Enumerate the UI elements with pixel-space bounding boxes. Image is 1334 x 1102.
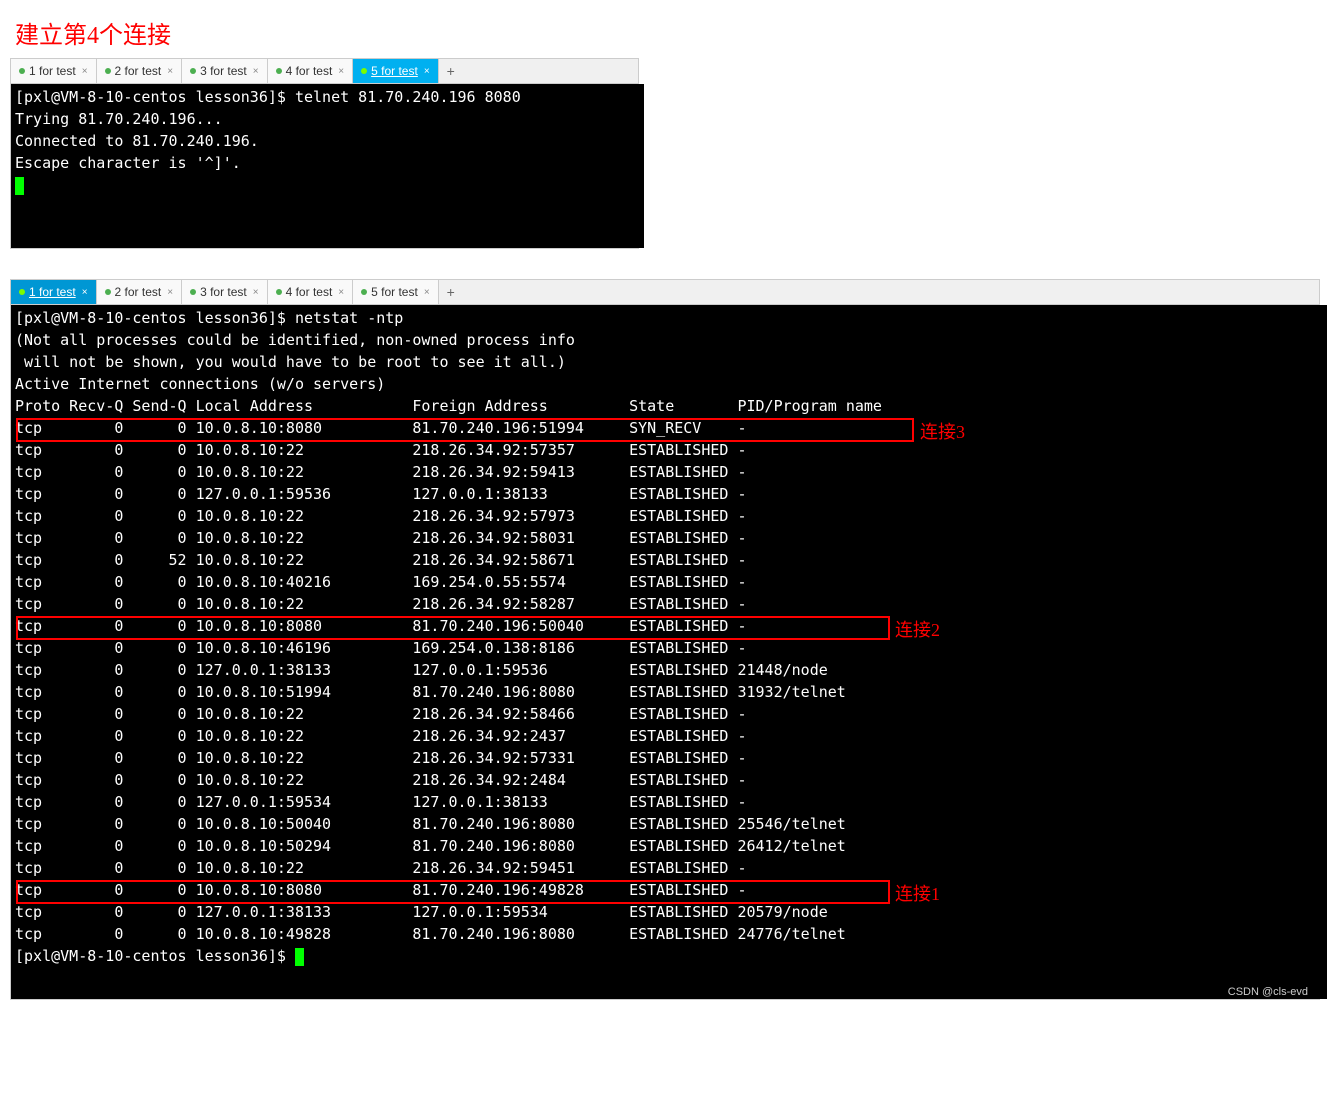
table-row: tcp 0 0 10.0.8.10:50040 81.70.240.196:80…	[15, 813, 1323, 835]
table-row: tcp 0 0 10.0.8.10:22 218.26.34.92:59413 …	[15, 461, 1323, 483]
status-dot-icon	[19, 289, 25, 295]
table-row: tcp 0 0 10.0.8.10:8080 81.70.240.196:519…	[15, 417, 1323, 439]
terminal-line: Escape character is '^]'.	[15, 154, 241, 172]
annotation-conn1: 连接1	[895, 880, 940, 906]
table-row: tcp 0 0 10.0.8.10:46196 169.254.0.138:81…	[15, 637, 1323, 659]
close-icon[interactable]: ×	[82, 287, 88, 298]
status-dot-icon	[105, 68, 111, 74]
tab-2-1[interactable]: 1 for test ×	[11, 280, 97, 304]
tab-2-4[interactable]: 4 for test ×	[268, 280, 354, 304]
table-row: tcp 0 0 127.0.0.1:59534 127.0.0.1:38133 …	[15, 791, 1323, 813]
tab-1-4[interactable]: 4 for test ×	[268, 59, 354, 83]
tab-bar-2: 1 for test × 2 for test × 3 for test × 4 fo…	[11, 280, 1319, 305]
status-dot-icon	[19, 68, 25, 74]
cursor-icon	[15, 177, 24, 195]
netstat-header: Proto Recv-Q Send-Q Local Address Foreig…	[15, 397, 882, 415]
tab-label: 2 for test	[115, 285, 162, 299]
table-row: tcp 0 0 10.0.8.10:22 218.26.34.92:58466 …	[15, 703, 1323, 725]
status-dot-icon	[276, 289, 282, 295]
table-row: tcp 0 0 10.0.8.10:8080 81.70.240.196:500…	[15, 615, 1323, 637]
table-row: tcp 0 0 10.0.8.10:22 218.26.34.92:59451 …	[15, 857, 1323, 879]
terminal-window-2: 1 for test × 2 for test × 3 for test × 4 fo…	[10, 279, 1320, 1000]
watermark: CSDN @cls-evd	[1228, 986, 1308, 998]
tab-label: 4 for test	[286, 64, 333, 78]
table-row: tcp 0 0 10.0.8.10:22 218.26.34.92:58287 …	[15, 593, 1323, 615]
table-row: tcp 0 0 127.0.0.1:59536 127.0.0.1:38133 …	[15, 483, 1323, 505]
add-tab-button[interactable]: +	[439, 284, 463, 300]
table-row: tcp 0 0 10.0.8.10:50294 81.70.240.196:80…	[15, 835, 1323, 857]
status-dot-icon	[361, 68, 367, 74]
terminal-window-2-wrap: 1 for test × 2 for test × 3 for test × 4 fo…	[10, 279, 1320, 1000]
close-icon[interactable]: ×	[424, 66, 430, 77]
annotation-conn2: 连接2	[895, 616, 940, 642]
tab-label: 1 for test	[29, 285, 76, 299]
status-dot-icon	[190, 68, 196, 74]
table-row: tcp 0 0 10.0.8.10:49828 81.70.240.196:80…	[15, 923, 1323, 945]
close-icon[interactable]: ×	[424, 287, 430, 298]
tab-2-3[interactable]: 3 for test ×	[182, 280, 268, 304]
terminal-prompt: [pxl@VM-8-10-centos lesson36]$	[15, 947, 295, 965]
terminal-window-1: 1 for test × 2 for test × 3 for test × 4 fo…	[10, 58, 639, 249]
terminal-line: will not be shown, you would have to be …	[15, 353, 566, 371]
tab-1-1[interactable]: 1 for test ×	[11, 59, 97, 83]
table-row: tcp 0 0 10.0.8.10:40216 169.254.0.55:557…	[15, 571, 1323, 593]
status-dot-icon	[276, 68, 282, 74]
tab-label: 5 for test	[371, 64, 418, 78]
close-icon[interactable]: ×	[167, 287, 173, 298]
close-icon[interactable]: ×	[253, 66, 259, 77]
terminal-output-2[interactable]: [pxl@VM-8-10-centos lesson36]$ netstat -…	[11, 305, 1327, 999]
tab-2-5[interactable]: 5 for test ×	[353, 280, 439, 304]
tab-label: 5 for test	[371, 285, 418, 299]
close-icon[interactable]: ×	[338, 66, 344, 77]
status-dot-icon	[190, 289, 196, 295]
terminal-line: (Not all processes could be identified, …	[15, 331, 575, 349]
terminal-line: [pxl@VM-8-10-centos lesson36]$ netstat -…	[15, 309, 403, 327]
table-row: tcp 0 0 10.0.8.10:22 218.26.34.92:57357 …	[15, 439, 1323, 461]
tab-label: 3 for test	[200, 64, 247, 78]
cursor-icon	[295, 948, 304, 966]
close-icon[interactable]: ×	[82, 66, 88, 77]
table-row: tcp 0 52 10.0.8.10:22 218.26.34.92:58671…	[15, 549, 1323, 571]
tab-1-2[interactable]: 2 for test ×	[97, 59, 183, 83]
table-row: tcp 0 0 10.0.8.10:8080 81.70.240.196:498…	[15, 879, 1323, 901]
table-row: tcp 0 0 10.0.8.10:22 218.26.34.92:2484 E…	[15, 769, 1323, 791]
annotation-conn3: 连接3	[920, 418, 965, 444]
tab-1-5[interactable]: 5 for test ×	[353, 59, 439, 83]
tab-1-3[interactable]: 3 for test ×	[182, 59, 268, 83]
table-row: tcp 0 0 10.0.8.10:22 218.26.34.92:2437 E…	[15, 725, 1323, 747]
terminal-line: Connected to 81.70.240.196.	[15, 132, 259, 150]
terminal-output-1[interactable]: [pxl@VM-8-10-centos lesson36]$ telnet 81…	[11, 84, 644, 248]
status-dot-icon	[105, 289, 111, 295]
table-row: tcp 0 0 10.0.8.10:22 218.26.34.92:57973 …	[15, 505, 1323, 527]
close-icon[interactable]: ×	[167, 66, 173, 77]
terminal-line: [pxl@VM-8-10-centos lesson36]$ telnet 81…	[15, 88, 521, 106]
table-row: tcp 0 0 10.0.8.10:22 218.26.34.92:57331 …	[15, 747, 1323, 769]
table-row: tcp 0 0 127.0.0.1:38133 127.0.0.1:59534 …	[15, 901, 1323, 923]
page-title: 建立第4个连接	[15, 15, 1324, 50]
tab-label: 2 for test	[115, 64, 162, 78]
table-row: tcp 0 0 10.0.8.10:51994 81.70.240.196:80…	[15, 681, 1323, 703]
table-row: tcp 0 0 10.0.8.10:22 218.26.34.92:58031 …	[15, 527, 1323, 549]
tab-2-2[interactable]: 2 for test ×	[97, 280, 183, 304]
tab-label: 4 for test	[286, 285, 333, 299]
add-tab-button[interactable]: +	[439, 63, 463, 79]
tab-label: 3 for test	[200, 285, 247, 299]
terminal-line: Trying 81.70.240.196...	[15, 110, 223, 128]
close-icon[interactable]: ×	[338, 287, 344, 298]
tab-label: 1 for test	[29, 64, 76, 78]
close-icon[interactable]: ×	[253, 287, 259, 298]
terminal-line: Active Internet connections (w/o servers…	[15, 375, 385, 393]
table-row: tcp 0 0 127.0.0.1:38133 127.0.0.1:59536 …	[15, 659, 1323, 681]
tab-bar-1: 1 for test × 2 for test × 3 for test × 4 fo…	[11, 59, 638, 84]
status-dot-icon	[361, 289, 367, 295]
